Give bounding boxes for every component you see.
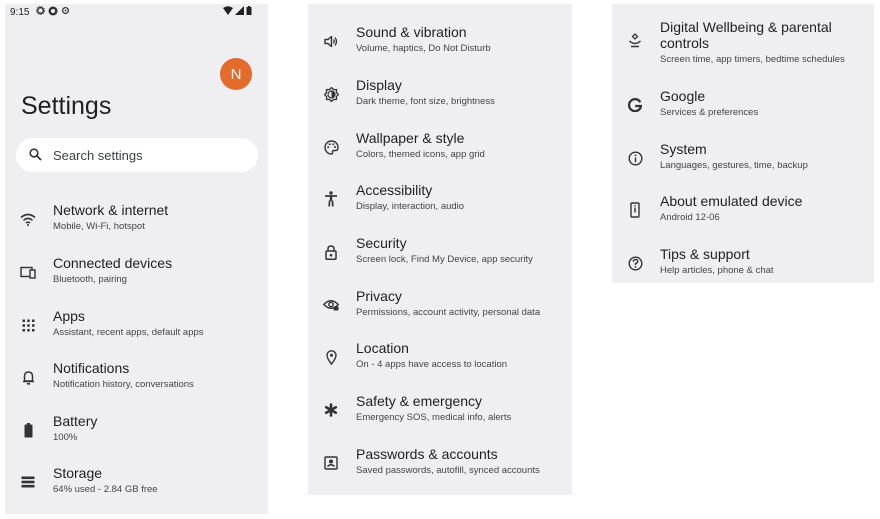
item-subtitle: Display, interaction, audio: [356, 201, 465, 212]
item-title: Passwords & accounts: [356, 446, 498, 462]
settings-list-panel: Sound & vibration Volume, haptics, Do No…: [308, 4, 572, 495]
battery-status-icon: [246, 6, 252, 15]
item-subtitle: Assistant, recent apps, default apps: [53, 327, 204, 338]
bell-icon: [19, 368, 37, 386]
privacy-eye-icon: [322, 296, 340, 314]
connected-devices-icon: [19, 263, 37, 281]
settings-item-notifications[interactable]: Notifications Notification history, conv…: [5, 358, 268, 402]
settings-home-panel: 9:15 N Settings Search settings Network …: [5, 4, 268, 514]
speaker-icon: [322, 32, 340, 50]
item-title: Security: [356, 235, 407, 251]
wifi-icon: [19, 210, 37, 228]
settings-item-tips-support[interactable]: Tips & support Help articles, phone & ch…: [612, 244, 874, 288]
settings-small-icon: [61, 6, 70, 15]
item-subtitle: Languages, gestures, time, backup: [660, 160, 808, 171]
asterisk-icon: [322, 401, 340, 419]
phone-icon: [626, 201, 644, 219]
settings-item-passwords[interactable]: Passwords & accounts Saved passwords, au…: [308, 444, 572, 488]
settings-item-battery[interactable]: Battery 100%: [5, 411, 268, 455]
item-subtitle: Permissions, account activity, personal …: [356, 307, 541, 318]
storage-icon: [19, 473, 37, 491]
settings-item-connected-devices[interactable]: Connected devices Bluetooth, pairing: [5, 253, 268, 297]
signal-icon: [235, 6, 244, 15]
item-subtitle: Notification history, conversations: [53, 379, 194, 390]
settings-item-sound[interactable]: Sound & vibration Volume, haptics, Do No…: [308, 22, 572, 66]
settings-item-accessibility[interactable]: Accessibility Display, interaction, audi…: [308, 180, 572, 224]
wellbeing-icon: [626, 31, 644, 49]
item-subtitle: Help articles, phone & chat: [660, 265, 774, 276]
status-time: 9:15: [10, 7, 30, 18]
avatar-initial: N: [230, 65, 242, 83]
item-title: Accessibility: [356, 182, 433, 198]
battery-icon: [19, 421, 37, 439]
account-box-icon: [322, 454, 340, 472]
item-title: About emulated device: [660, 193, 803, 209]
settings-item-google[interactable]: Google Services & preferences: [612, 86, 874, 130]
apps-grid-icon: [19, 316, 37, 334]
settings-item-storage[interactable]: Storage 64% used - 2.84 GB free: [5, 463, 268, 507]
item-title: Notifications: [53, 360, 130, 376]
item-title: Digital Wellbeing & parental controls: [660, 19, 832, 51]
item-subtitle: Services & preferences: [660, 107, 759, 118]
page-title: Settings: [21, 92, 112, 120]
item-title: Tips & support: [660, 246, 750, 262]
settings-item-security[interactable]: Security Screen lock, Find My Device, ap…: [308, 233, 572, 277]
item-title: Display: [356, 77, 402, 93]
item-subtitle: On - 4 apps have access to location: [356, 359, 508, 370]
item-title: Wallpaper & style: [356, 130, 465, 146]
settings-list-panel-right: Digital Wellbeing & parental controls Sc…: [612, 4, 874, 283]
item-subtitle: 100%: [53, 432, 78, 443]
item-title: Location: [356, 340, 409, 356]
settings-item-location[interactable]: Location On - 4 apps have access to loca…: [308, 338, 572, 382]
settings-item-system[interactable]: System Languages, gestures, time, backup: [612, 139, 874, 183]
item-title: Sound & vibration: [356, 24, 467, 40]
settings-item-network[interactable]: Network & internet Mobile, Wi-Fi, hotspo…: [5, 200, 268, 244]
item-title: Connected devices: [53, 255, 173, 271]
info-icon: [626, 149, 644, 167]
wifi-status-icon: [223, 6, 233, 15]
item-subtitle: Android 12-06: [660, 212, 720, 223]
item-subtitle: Dark theme, font size, brightness: [356, 96, 495, 107]
item-title: Safety & emergency: [356, 393, 483, 409]
help-icon: [626, 254, 644, 272]
item-subtitle: Emergency SOS, medical info, alerts: [356, 412, 512, 423]
item-title: Privacy: [356, 288, 402, 304]
item-title: Storage: [53, 465, 103, 481]
palette-icon: [322, 138, 340, 156]
status-notification-icons: [36, 6, 70, 16]
status-bar: 9:15: [5, 4, 268, 20]
item-subtitle: Screen lock, Find My Device, app securit…: [356, 254, 533, 265]
item-title: Google: [660, 88, 706, 104]
settings-item-about-device[interactable]: About emulated device Android 12-06: [612, 191, 874, 235]
item-subtitle: Bluetooth, pairing: [53, 274, 127, 285]
gear-icon: [36, 6, 45, 15]
item-subtitle: Volume, haptics, Do Not Disturb: [356, 43, 491, 54]
settings-item-safety[interactable]: Safety & emergency Emergency SOS, medica…: [308, 391, 572, 435]
accessibility-icon: [322, 190, 340, 208]
item-subtitle: Screen time, app timers, bedtime schedul…: [660, 54, 845, 65]
item-title: Network & internet: [53, 202, 169, 218]
status-system-icons: [223, 6, 252, 15]
settings-item-privacy[interactable]: Privacy Permissions, account activity, p…: [308, 286, 572, 330]
lock-icon: [322, 243, 340, 261]
search-placeholder: Search settings: [53, 148, 143, 163]
item-title: Battery: [53, 413, 98, 429]
settings-item-display[interactable]: Display Dark theme, font size, brightnes…: [308, 75, 572, 119]
location-pin-icon: [322, 348, 340, 366]
item-subtitle: Saved passwords, autofill, synced accoun…: [356, 465, 540, 476]
target-icon: [48, 6, 58, 16]
item-subtitle: 64% used - 2.84 GB free: [53, 484, 158, 495]
google-g-icon: [626, 96, 644, 114]
item-title: System: [660, 141, 707, 157]
item-subtitle: Colors, themed icons, app grid: [356, 149, 485, 160]
profile-avatar[interactable]: N: [220, 58, 252, 90]
search-bar[interactable]: Search settings: [16, 138, 258, 172]
brightness-icon: [322, 85, 340, 103]
search-icon: [29, 148, 42, 161]
settings-item-digital-wellbeing[interactable]: Digital Wellbeing & parental controls Sc…: [612, 17, 874, 69]
settings-item-wallpaper[interactable]: Wallpaper & style Colors, themed icons, …: [308, 128, 572, 172]
settings-item-apps[interactable]: Apps Assistant, recent apps, default app…: [5, 306, 268, 350]
item-subtitle: Mobile, Wi-Fi, hotspot: [53, 221, 145, 232]
item-title: Apps: [53, 308, 85, 324]
